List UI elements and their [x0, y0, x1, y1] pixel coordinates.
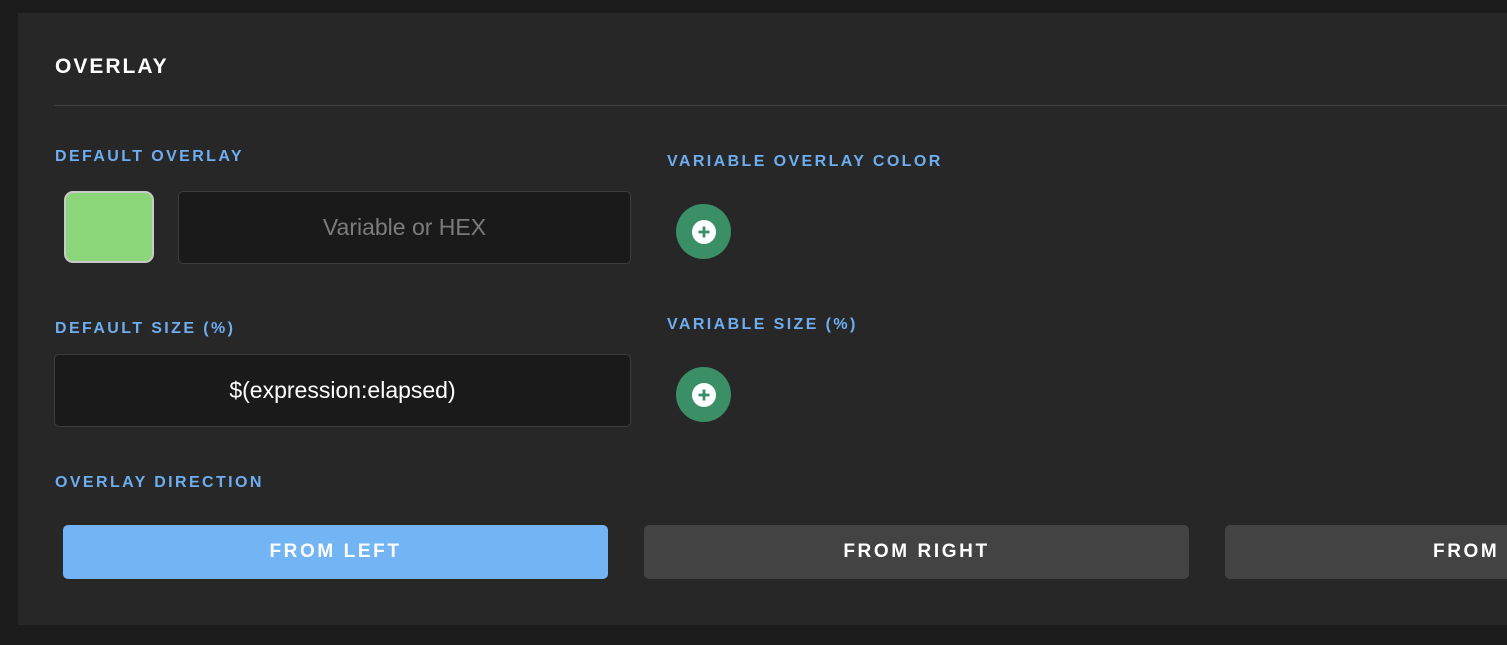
- overlay-panel: OVERLAY DEFAULT OVERLAY VARIABLE OVERLAY…: [18, 13, 1507, 625]
- overlay-color-input[interactable]: [178, 191, 631, 264]
- overlay-color-swatch[interactable]: [64, 191, 154, 263]
- direction-third-button[interactable]: FROM: [1225, 525, 1507, 579]
- overlay-direction-label: OVERLAY DIRECTION: [55, 474, 264, 491]
- add-variable-overlay-color-button[interactable]: [676, 204, 731, 259]
- default-size-label: DEFAULT SIZE (%): [55, 320, 236, 337]
- default-size-input[interactable]: [54, 354, 631, 427]
- section-divider: [54, 105, 1507, 106]
- plus-icon: [691, 382, 716, 407]
- variable-overlay-color-label: VARIABLE OVERLAY COLOR: [667, 153, 943, 170]
- variable-size-label: VARIABLE SIZE (%): [667, 316, 858, 333]
- plus-icon: [691, 219, 716, 244]
- add-variable-size-button[interactable]: [676, 367, 731, 422]
- default-overlay-label: DEFAULT OVERLAY: [55, 148, 244, 165]
- direction-from-left-button[interactable]: FROM LEFT: [63, 525, 608, 579]
- direction-from-right-button[interactable]: FROM RIGHT: [644, 525, 1189, 579]
- section-title: OVERLAY: [55, 55, 169, 78]
